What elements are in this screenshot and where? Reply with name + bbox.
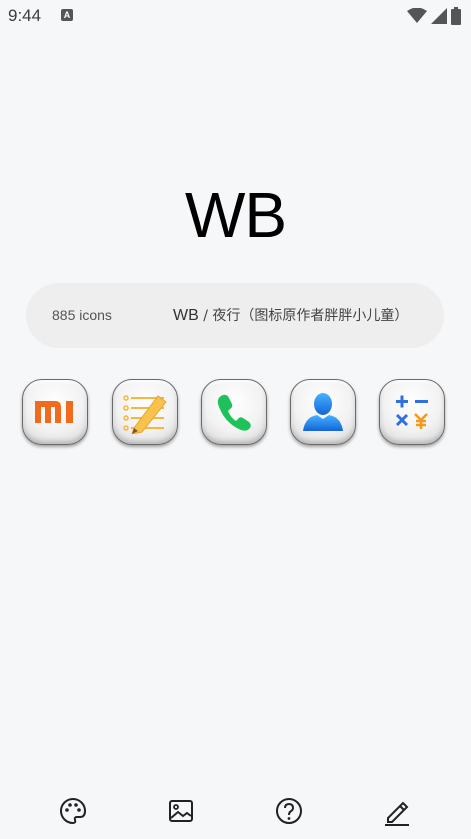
- battery-icon: [451, 7, 461, 29]
- calculator-icon[interactable]: [379, 379, 445, 445]
- wifi-icon: [407, 7, 427, 28]
- bottom-navigation: [0, 790, 471, 830]
- status-time: 9:44: [8, 6, 42, 25]
- help-icon[interactable]: [273, 795, 305, 827]
- icon-pack-title: WB: [184, 179, 287, 251]
- pack-separator: /: [198, 308, 213, 324]
- pack-name: WB: [173, 307, 199, 324]
- edit-icon[interactable]: [381, 795, 413, 827]
- screen: 9:44 A WB 885 icons WB / 夜行（图标原作者胖胖小儿童）: [0, 0, 471, 839]
- phone-icon[interactable]: [201, 379, 267, 445]
- icon-pack-info-card: 885 icons WB / 夜行（图标原作者胖胖小儿童）: [26, 283, 444, 348]
- contacts-icon[interactable]: [290, 379, 356, 445]
- icon-count: 885 icons: [52, 307, 112, 323]
- status-bar: 9:44 A: [0, 0, 471, 32]
- notes-pencil-icon[interactable]: [112, 379, 178, 445]
- status-icons: [407, 7, 461, 29]
- icon-preview-row: [22, 379, 452, 449]
- cellular-signal-icon: [431, 8, 447, 28]
- notification-a-icon: A: [61, 9, 73, 21]
- wallpaper-icon[interactable]: [165, 795, 197, 827]
- icon-pack-author: WB / 夜行（图标原作者胖胖小儿童）: [173, 305, 408, 325]
- mi-logo-icon[interactable]: [22, 379, 88, 445]
- pack-description: 夜行（图标原作者胖胖小儿童）: [212, 308, 409, 324]
- palette-icon[interactable]: [57, 795, 89, 827]
